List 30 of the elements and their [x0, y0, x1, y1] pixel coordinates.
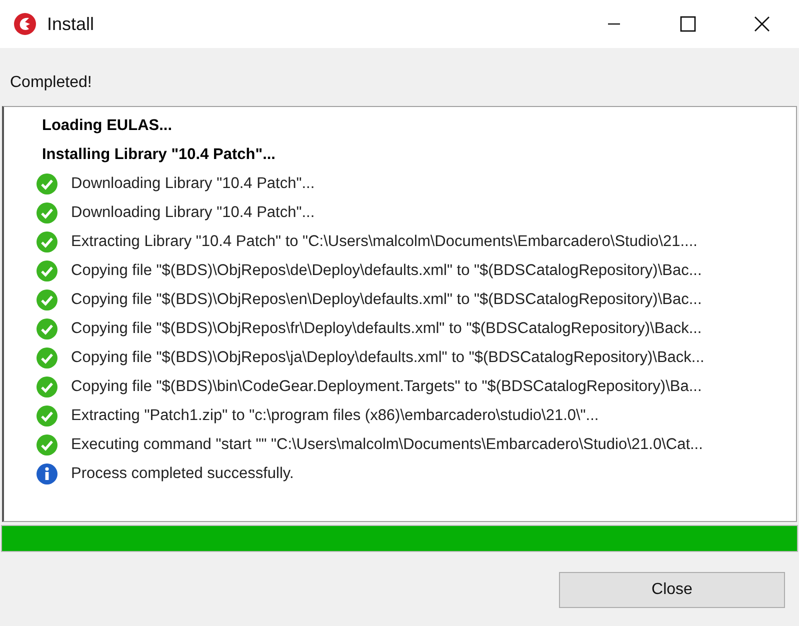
log-entry: Copying file "$(BDS)\ObjRepos\ja\Deploy\defaults.xml" to "$(BDSCatalogRepository)\Back...	[71, 348, 704, 366]
status-label: Completed!	[9, 73, 93, 93]
log-entry: Copying file "$(BDS)\ObjRepos\fr\Deploy\defaults.xml" to "$(BDSCatalogRepository)\Back...	[71, 320, 702, 338]
check-icon	[36, 434, 58, 456]
log-entry: Extracting "Patch1.zip" to "c:\program files (x86)\embarcadero\studio\21.0\"...	[71, 406, 599, 424]
log-entry: Copying file "$(BDS)\bin\CodeGear.Deployment.Targets" to "$(BDSCatalogRepository)\Ba...	[71, 378, 702, 396]
log-entry: Copying file "$(BDS)\ObjRepos\de\Deploy\defaults.xml" to "$(BDSCatalogRepository)\Bac...	[71, 262, 702, 280]
close-icon	[754, 16, 770, 32]
log-entry: Downloading Library "10.4 Patch"...	[71, 174, 315, 192]
check-icon	[36, 376, 58, 398]
check-icon	[36, 202, 58, 224]
check-icon	[36, 230, 58, 252]
info-icon	[36, 462, 58, 484]
log-entry: Copying file "$(BDS)\ObjRepos\en\Deploy\defaults.xml" to "$(BDSCatalogRepository)\Bac...	[71, 290, 702, 308]
log-entry: Executing command "start "" "C:\Users\malcolm\Documents\Embarcadero\Studio\21.0\Cat...	[71, 436, 703, 454]
check-icon	[36, 404, 58, 426]
check-icon	[36, 318, 58, 340]
check-icon	[36, 172, 58, 194]
log-entry: Downloading Library "10.4 Patch"...	[71, 204, 315, 222]
log-entry: Loading EULAS...	[42, 116, 172, 134]
window-title: Install	[47, 14, 94, 34]
log-entry: Process completed successfully.	[71, 464, 294, 482]
log-entry: Installing Library "10.4 Patch"...	[42, 146, 276, 164]
close-button[interactable]: Close	[559, 572, 785, 608]
check-icon	[36, 288, 58, 310]
check-icon	[36, 346, 58, 368]
maximize-icon	[680, 16, 696, 32]
check-icon	[36, 260, 58, 282]
app-logo-icon	[13, 12, 37, 36]
log-entry: Extracting Library "10.4 Patch" to "C:\Users\malcolm\Documents\Embarcadero\Studio\21....	[71, 232, 698, 250]
